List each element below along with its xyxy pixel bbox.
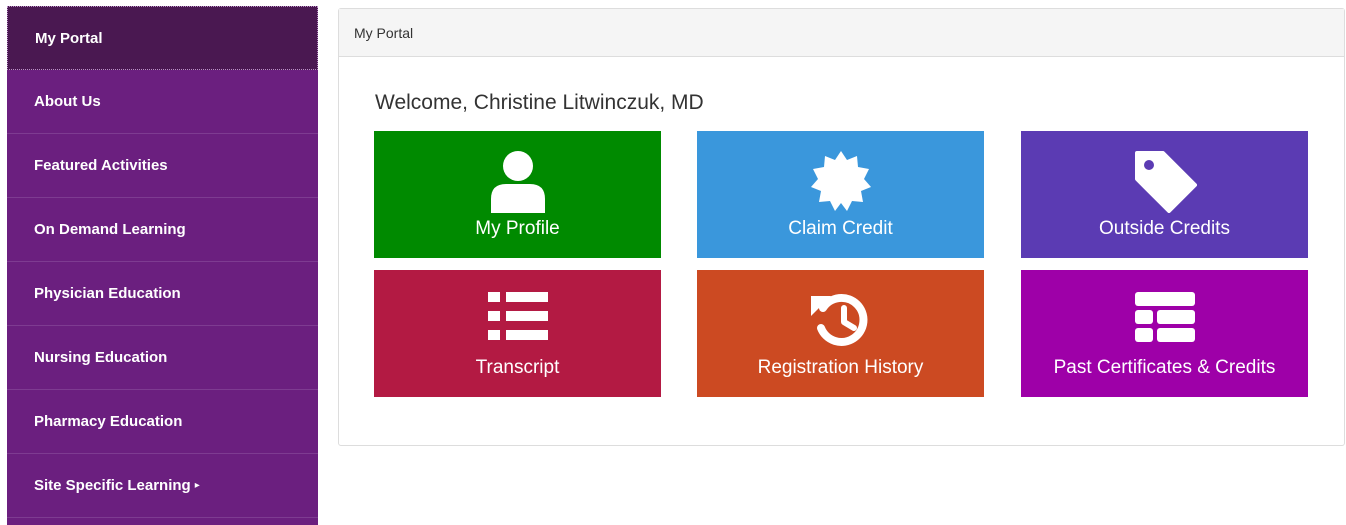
panel-title: My Portal <box>354 24 414 41</box>
tile-label: My Profile <box>475 218 560 239</box>
tile-label: Claim Credit <box>788 218 893 239</box>
tile-label: Past Certificates & Credits <box>1053 357 1276 378</box>
sidebar-item-pharmacy-education[interactable]: Pharmacy Education <box>7 390 318 454</box>
transcript-tile[interactable]: Transcript <box>374 270 661 397</box>
outside-credits-tile[interactable]: Outside Credits <box>1021 131 1308 258</box>
sidebar-item-label: My Portal <box>35 29 103 47</box>
history-icon <box>809 288 873 355</box>
table-icon <box>1133 288 1197 349</box>
sidebar-item-on-demand-learning[interactable]: On Demand Learning <box>7 198 318 262</box>
sidebar-item-nursing-education[interactable]: Nursing Education <box>7 326 318 390</box>
caret-right-icon: ▸ <box>194 480 200 491</box>
registration-history-tile[interactable]: Registration History <box>697 270 984 397</box>
sidebar-item-site-specific-learning[interactable]: Site Specific Learning ▸ <box>7 454 318 518</box>
tile-label: Outside Credits <box>1099 218 1230 239</box>
sidebar-item-featured-activities[interactable]: Featured Activities <box>7 134 318 198</box>
sidebar-item-label: Site Specific Learning <box>34 477 191 494</box>
past-certificates-tile[interactable]: Past Certificates & Credits <box>1021 270 1308 397</box>
portal-panel: My Portal Welcome, Christine Litwinczuk,… <box>338 8 1345 446</box>
sidebar-nav: My Portal About Us Featured Activities O… <box>7 6 318 525</box>
certificate-icon <box>809 149 873 218</box>
list-icon <box>486 288 550 349</box>
tag-icon <box>1133 149 1197 218</box>
welcome-message: Welcome, Christine Litwinczuk, MD <box>375 91 704 114</box>
sidebar-item-label: Nursing Education <box>34 349 168 366</box>
tile-label: Registration History <box>757 357 924 378</box>
user-icon <box>488 149 548 218</box>
panel-heading: My Portal <box>339 9 1344 57</box>
sidebar-item-label: About Us <box>34 93 101 110</box>
sidebar-item-label: On Demand Learning <box>34 221 186 238</box>
claim-credit-tile[interactable]: Claim Credit <box>697 131 984 258</box>
my-profile-tile[interactable]: My Profile <box>374 131 661 258</box>
tile-label: Transcript <box>475 357 560 378</box>
sidebar-item-physician-education[interactable]: Physician Education <box>7 262 318 326</box>
sidebar-item-label: Pharmacy Education <box>34 413 183 430</box>
sidebar-item-about-us[interactable]: About Us <box>7 70 318 134</box>
sidebar-item-my-portal[interactable]: My Portal <box>7 6 318 70</box>
sidebar-item-label: Featured Activities <box>34 157 168 174</box>
sidebar-item-label: Physician Education <box>34 285 181 302</box>
